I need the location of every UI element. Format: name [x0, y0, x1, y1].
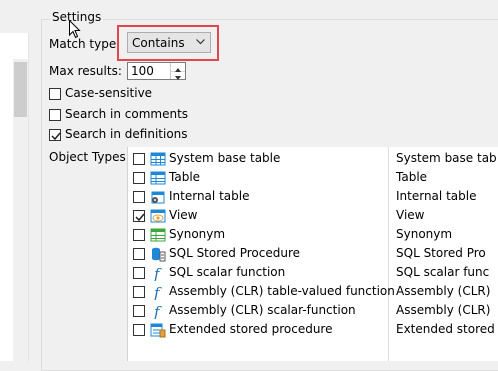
- search-definitions-checkbox[interactable]: [49, 129, 61, 141]
- svg-text:f: f: [153, 303, 162, 319]
- object-type-column2: System base tab: [396, 151, 497, 165]
- case-sensitive-checkbox[interactable]: [49, 88, 61, 100]
- object-type-column2: Synonym: [396, 227, 453, 241]
- list-item[interactable]: View View: [128, 206, 498, 225]
- object-type-checkbox[interactable]: [133, 286, 145, 298]
- object-types-list[interactable]: System base table System base tab Table …: [127, 147, 498, 361]
- object-type-column2: View: [396, 208, 425, 222]
- object-type-column2: Extended stored: [396, 322, 495, 336]
- object-type-checkbox[interactable]: [133, 172, 145, 184]
- list-item[interactable]: Synonym Synonym: [128, 225, 498, 244]
- svg-text:f: f: [153, 284, 162, 300]
- function-icon: f: [153, 303, 162, 319]
- case-sensitive-label[interactable]: Case-sensitive: [65, 86, 152, 100]
- checkmark-icon: [51, 132, 61, 141]
- match-type-label: Match type:: [49, 37, 121, 51]
- synonym-icon: [150, 228, 166, 242]
- object-type-column2: Internal table: [396, 189, 477, 203]
- object-type-checkbox[interactable]: [133, 229, 145, 241]
- object-type-name: SQL scalar function: [169, 265, 286, 279]
- table-icon: [150, 171, 166, 185]
- list-item[interactable]: f SQL scalar function SQL scalar func: [128, 263, 498, 282]
- spinner-down-button[interactable]: [171, 71, 185, 80]
- view-icon: [150, 209, 166, 223]
- list-item[interactable]: Internal table Internal table: [128, 187, 498, 206]
- object-type-column2: Assembly (CLR): [396, 303, 491, 317]
- function-icon: f: [153, 284, 162, 300]
- stored-procedure-icon: [152, 247, 166, 262]
- object-type-checkbox[interactable]: [133, 248, 145, 260]
- object-type-checkbox[interactable]: [133, 324, 145, 336]
- object-type-name: Extended stored procedure: [169, 322, 333, 336]
- list-item[interactable]: f Assembly (CLR) scalar-function Assembl…: [128, 301, 498, 320]
- scrollbar-thumb[interactable]: [14, 62, 27, 117]
- object-type-checkbox[interactable]: [133, 267, 145, 279]
- object-type-name: SQL Stored Procedure: [169, 246, 301, 260]
- max-results-spinner[interactable]: 100: [127, 62, 186, 80]
- spinner-buttons: [170, 63, 185, 80]
- object-type-column2: SQL scalar func: [396, 265, 490, 279]
- function-icon: f: [153, 265, 162, 281]
- list-item[interactable]: Extended stored procedure Extended store…: [128, 320, 498, 339]
- mouse-cursor-icon: [69, 20, 81, 39]
- highlight-box: [117, 25, 219, 61]
- object-type-name: View: [169, 208, 198, 222]
- max-results-value: 100: [131, 64, 154, 78]
- svg-text:f: f: [153, 265, 162, 281]
- object-type-name: Table: [169, 170, 201, 184]
- object-types-label: Object Types:: [49, 150, 130, 164]
- object-type-column2: SQL Stored Pro: [396, 246, 486, 260]
- left-pane: [0, 0, 40, 361]
- object-type-column2: Table: [396, 170, 428, 184]
- checkmark-icon: [135, 213, 145, 222]
- left-scrollbar[interactable]: [13, 59, 28, 361]
- object-type-name: System base table: [169, 151, 281, 165]
- list-item[interactable]: System base table System base tab: [128, 149, 498, 168]
- extended-procedure-icon: [150, 323, 166, 338]
- list-item[interactable]: SQL Stored Procedure SQL Stored Pro: [128, 244, 498, 263]
- system-table-icon: [150, 152, 166, 166]
- list-item[interactable]: Table Table: [128, 168, 498, 187]
- search-comments-checkbox[interactable]: [49, 109, 61, 121]
- object-type-column2: Assembly (CLR): [396, 284, 491, 298]
- object-type-checkbox[interactable]: [133, 153, 145, 165]
- object-type-checkbox[interactable]: [133, 210, 145, 222]
- object-type-checkbox[interactable]: [133, 305, 145, 317]
- search-definitions-label[interactable]: Search in definitions: [65, 127, 188, 141]
- object-type-name: Assembly (CLR) table-valued function: [169, 284, 395, 298]
- search-comments-label[interactable]: Search in comments: [65, 107, 188, 121]
- list-item[interactable]: f Assembly (CLR) table-valued function A…: [128, 282, 498, 301]
- max-results-label: Max results:: [49, 64, 122, 78]
- object-type-name: Internal table: [169, 189, 250, 203]
- arrow-down-icon: [175, 76, 181, 80]
- object-type-name: Synonym: [169, 227, 226, 241]
- object-type-name: Assembly (CLR) scalar-function: [169, 303, 356, 317]
- internal-table-icon: [151, 191, 165, 204]
- object-type-checkbox[interactable]: [133, 191, 145, 203]
